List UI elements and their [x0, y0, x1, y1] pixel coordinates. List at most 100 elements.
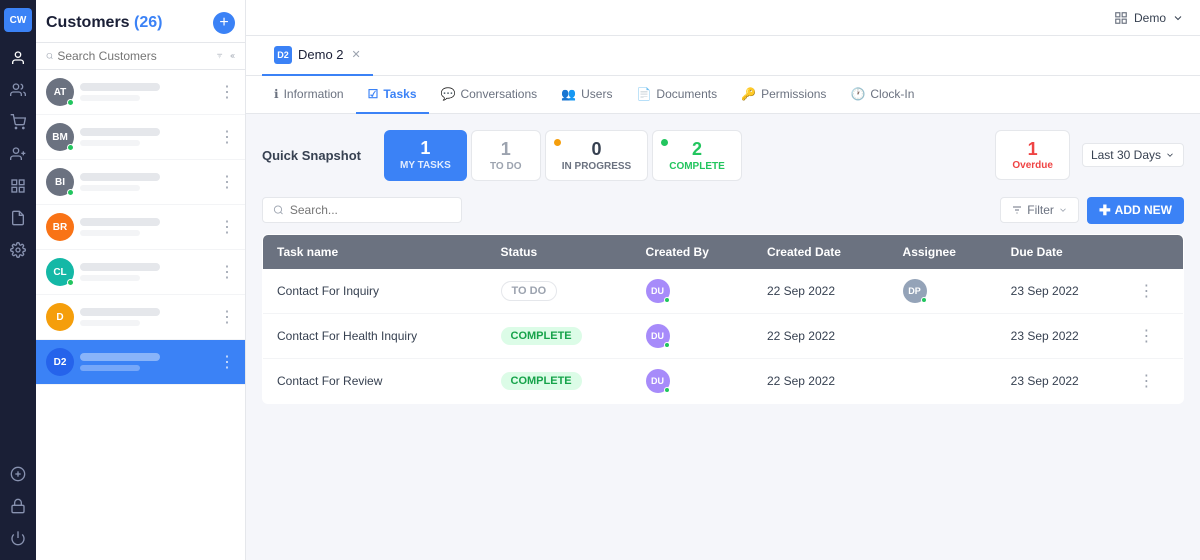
list-item[interactable]: D2 ⋮	[36, 340, 245, 385]
nav-modules-icon[interactable]	[4, 172, 32, 200]
row-more-button[interactable]: ⋮	[1138, 373, 1154, 390]
subnav-users[interactable]: 👥 Users	[549, 76, 624, 114]
main-content: Demo D2 Demo 2 ✕ ℹ Information ☑ Tasks 💬…	[246, 0, 1200, 560]
assignee-avatar: DP	[903, 279, 927, 303]
created-by-cell: DU	[632, 313, 753, 358]
col-actions	[1124, 234, 1183, 269]
list-item[interactable]: D ⋮	[36, 295, 245, 340]
subnav-information[interactable]: ℹ Information	[262, 76, 356, 114]
chevron-down-icon	[1165, 150, 1175, 160]
more-options-button[interactable]: ⋮	[219, 262, 235, 282]
list-item[interactable]: BM ⋮	[36, 115, 245, 160]
assignee-cell	[889, 313, 997, 358]
created-by-avatar: DU	[646, 369, 670, 393]
search-bar	[36, 43, 245, 70]
add-customer-button[interactable]: +	[213, 12, 235, 34]
subnav-permissions[interactable]: 🔑 Permissions	[729, 76, 838, 114]
task-name-cell: Contact For Health Inquiry	[263, 313, 487, 358]
row-actions-cell: ⋮	[1124, 358, 1183, 403]
task-name-cell: Contact For Review	[263, 358, 487, 403]
more-options-button[interactable]: ⋮	[219, 352, 235, 372]
table-row: Contact For Review COMPLETE DU 22 Sep 20…	[263, 358, 1184, 403]
nav-group-icon[interactable]	[4, 76, 32, 104]
status-cell: COMPLETE	[487, 358, 632, 403]
more-options-button[interactable]: ⋮	[219, 172, 235, 192]
assignee-cell: DP	[889, 269, 997, 314]
task-search-input[interactable]	[290, 203, 451, 217]
more-options-button[interactable]: ⋮	[219, 217, 235, 237]
list-item[interactable]: AT ⋮	[36, 70, 245, 115]
task-search	[262, 197, 462, 223]
snapshot-card-todo[interactable]: 1 TO DO	[471, 130, 541, 181]
subnav-clock-in[interactable]: 🕐 Clock-In	[838, 76, 926, 114]
row-more-button[interactable]: ⋮	[1138, 328, 1154, 345]
permissions-icon: 🔑	[741, 87, 756, 101]
task-table: Task name Status Created By Created Date…	[262, 234, 1184, 404]
customers-title: Customers (26)	[46, 14, 207, 32]
snapshot-cards: 1 My Tasks 1 TO DO 0 IN PROGRESS 2 COMPL…	[384, 130, 983, 181]
collapse-icon[interactable]	[228, 50, 235, 62]
col-task-name: Task name	[263, 234, 487, 269]
customers-header: Customers (26) +	[36, 0, 245, 43]
status-badge: TO DO	[501, 281, 558, 301]
snapshot-card-mytasks[interactable]: 1 My Tasks	[384, 130, 467, 181]
status-cell: TO DO	[487, 269, 632, 314]
nav-docs-icon[interactable]	[4, 204, 32, 232]
conversations-icon: 💬	[441, 87, 456, 101]
left-navigation: CW	[0, 0, 36, 560]
nav-contacts-icon[interactable]	[4, 140, 32, 168]
subnav-tasks[interactable]: ☑ Tasks	[356, 76, 429, 114]
col-created-by: Created By	[632, 234, 753, 269]
demo-selector[interactable]: Demo	[1114, 11, 1184, 25]
tab-avatar: D2	[274, 46, 292, 64]
list-item[interactable]: BR ⋮	[36, 205, 245, 250]
more-options-button[interactable]: ⋮	[219, 82, 235, 102]
assignee-cell	[889, 358, 997, 403]
tab-demo2[interactable]: D2 Demo 2 ✕	[262, 36, 373, 76]
quick-snapshot: Quick Snapshot 1 My Tasks 1 TO DO 0 IN P…	[262, 130, 1184, 181]
task-name-cell: Contact For Inquiry	[263, 269, 487, 314]
subnav-conversations[interactable]: 💬 Conversations	[429, 76, 550, 114]
more-options-button[interactable]: ⋮	[219, 127, 235, 147]
add-new-button[interactable]: ✚ ADD NEW	[1087, 197, 1184, 224]
nav-cart-icon[interactable]	[4, 108, 32, 136]
created-date-cell: 22 Sep 2022	[753, 313, 889, 358]
row-more-button[interactable]: ⋮	[1138, 283, 1154, 300]
sub-navigation: ℹ Information ☑ Tasks 💬 Conversations 👥 …	[246, 76, 1200, 114]
filter-icon[interactable]	[216, 50, 223, 62]
content-area: Quick Snapshot 1 My Tasks 1 TO DO 0 IN P…	[246, 114, 1200, 560]
users-icon: 👥	[561, 87, 576, 101]
row-actions-cell: ⋮	[1124, 313, 1183, 358]
status-badge: COMPLETE	[501, 372, 582, 390]
subnav-documents[interactable]: 📄 Documents	[624, 76, 729, 114]
created-by-avatar: DU	[646, 324, 670, 348]
due-date-cell: 23 Sep 2022	[997, 313, 1125, 358]
due-date-cell: 23 Sep 2022	[997, 358, 1125, 403]
nav-lock-icon[interactable]	[4, 492, 32, 520]
avatar: BM	[46, 123, 74, 151]
more-options-button[interactable]: ⋮	[219, 307, 235, 327]
list-item[interactable]: BI ⋮	[36, 160, 245, 205]
avatar: BI	[46, 168, 74, 196]
avatar: CL	[46, 258, 74, 286]
tab-close-button[interactable]: ✕	[352, 48, 361, 61]
snapshot-card-inprogress[interactable]: 0 IN PROGRESS	[545, 130, 648, 181]
top-bar: Demo	[246, 0, 1200, 36]
toolbar: Filter ✚ ADD NEW	[262, 197, 1184, 224]
created-by-cell: DU	[632, 269, 753, 314]
nav-user-icon[interactable]	[4, 44, 32, 72]
nav-add-icon[interactable]	[4, 460, 32, 488]
list-item[interactable]: CL ⋮	[36, 250, 245, 295]
tab-bar: D2 Demo 2 ✕	[246, 36, 1200, 76]
date-range-selector[interactable]: Last 30 Days	[1082, 143, 1184, 167]
nav-power-icon[interactable]	[4, 524, 32, 552]
nav-settings-icon[interactable]	[4, 236, 32, 264]
snapshot-card-complete[interactable]: 2 COMPLETE	[652, 130, 742, 181]
toolbar-right: Filter ✚ ADD NEW	[1000, 197, 1184, 224]
customers-panel: Customers (26) + AT ⋮ BM ⋮ BI ⋮ BR	[36, 0, 246, 560]
customer-list: AT ⋮ BM ⋮ BI ⋮ BR ⋮ CL ⋮ D	[36, 70, 245, 560]
clock-icon: 🕐	[850, 87, 865, 101]
status-badge: COMPLETE	[501, 327, 582, 345]
filter-button[interactable]: Filter	[1000, 197, 1079, 223]
search-customers-input[interactable]	[57, 49, 212, 63]
